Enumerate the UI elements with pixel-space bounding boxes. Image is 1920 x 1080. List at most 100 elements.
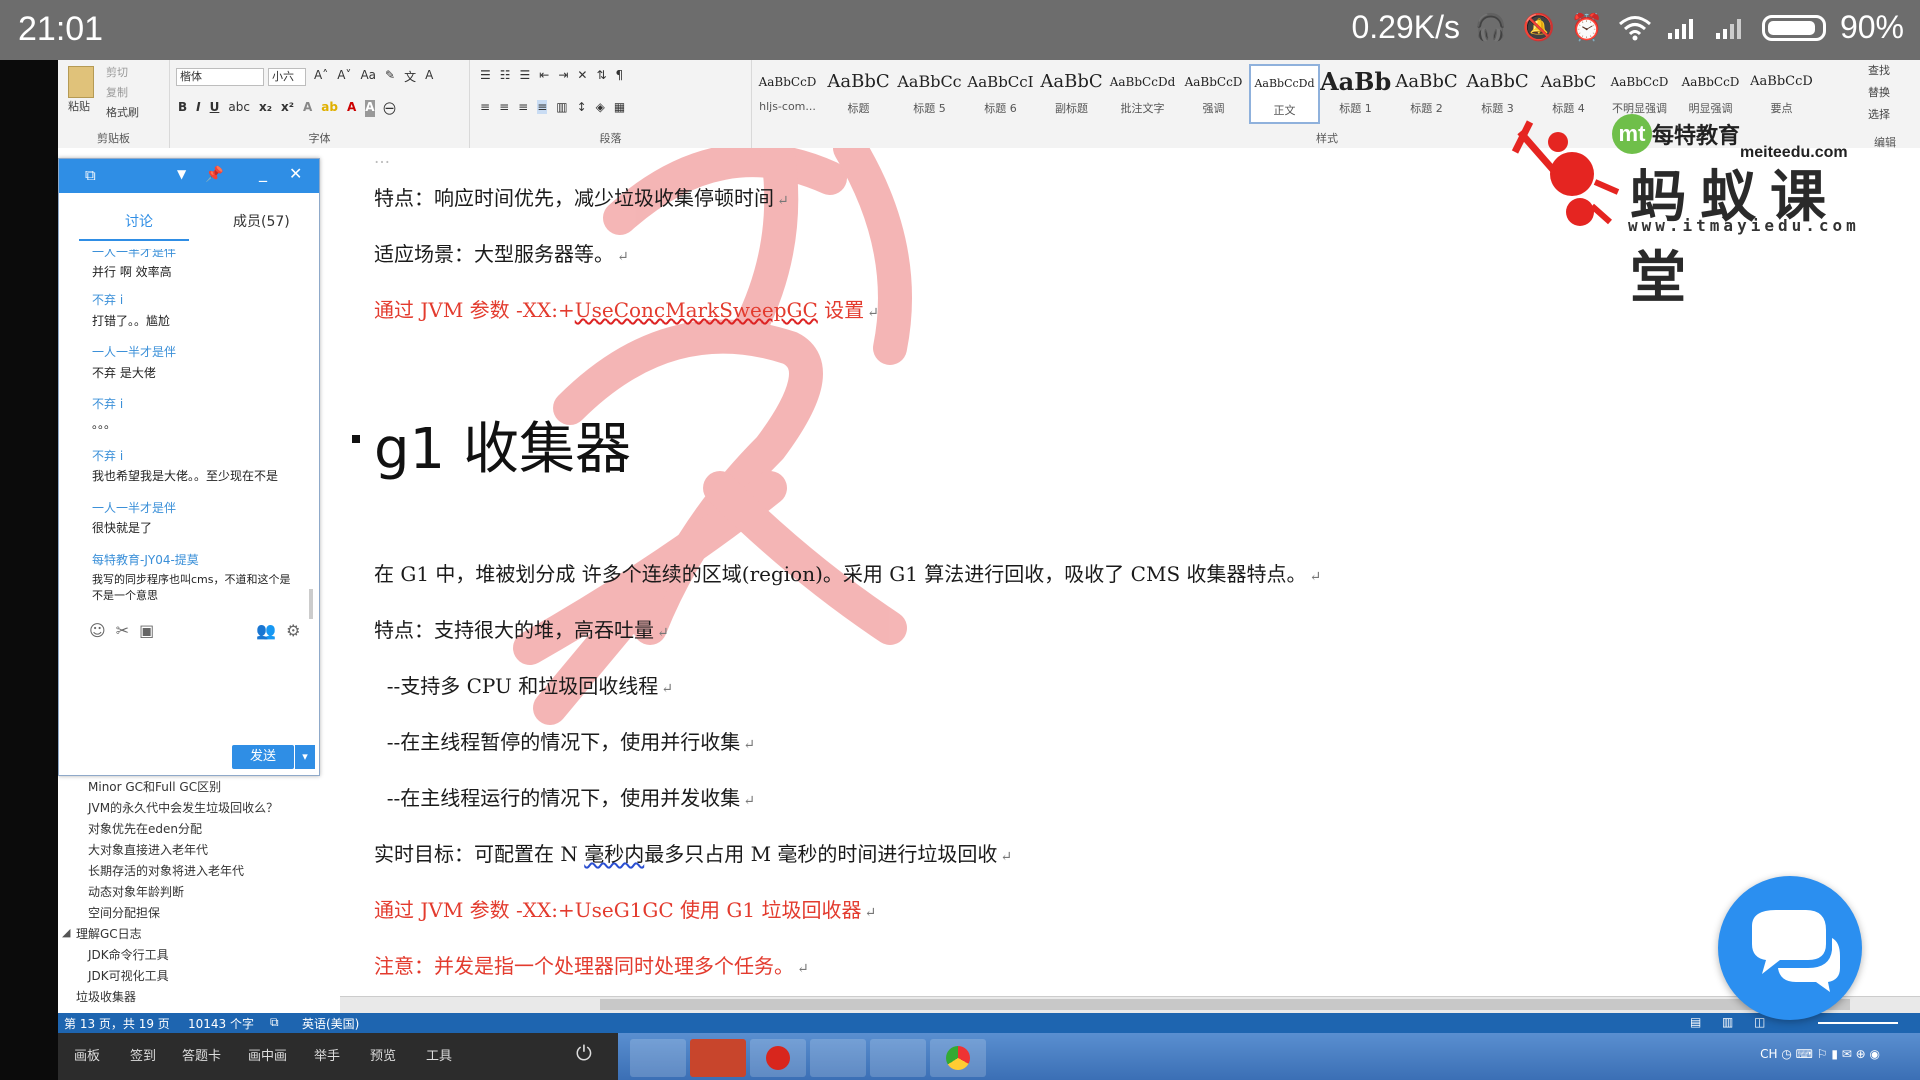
system-tray[interactable]: CH ◷ ⌨ ⚐ ▮ ✉ ⊕ ◉: [1760, 1047, 1880, 1061]
nav-outline-item[interactable]: 长期存活的对象将进入老年代: [88, 862, 244, 879]
doc-line: 特点：响应时间优先，减少垃圾收集停顿时间 ↵: [374, 186, 789, 210]
scroll-thumb[interactable]: [600, 999, 1850, 1010]
recorder-app-icon[interactable]: [750, 1039, 806, 1077]
nav-outline-item[interactable]: JVM的永久代中会发生垃圾回收么？: [88, 799, 278, 816]
nav-outline-item[interactable]: Minor GC和Full GC区别: [88, 778, 221, 795]
strikethrough-icon[interactable]: abc: [228, 100, 250, 117]
justify-icon[interactable]: ≡: [537, 100, 548, 114]
tab-members[interactable]: 成员(57): [233, 211, 290, 231]
language[interactable]: 英语(美国): [302, 1015, 359, 1032]
distribute-icon[interactable]: ▥: [556, 100, 567, 114]
powerpoint-app-icon[interactable]: [690, 1039, 746, 1077]
nav-outline-item[interactable]: 理解GC日志: [76, 925, 142, 942]
align-left-icon[interactable]: ≡: [480, 100, 490, 114]
settings-gear-icon[interactable]: ⚙: [286, 621, 300, 640]
replace-button[interactable]: 替换: [1868, 84, 1890, 100]
line-spacing-icon[interactable]: ↕: [577, 100, 587, 114]
borders-icon[interactable]: ▦: [614, 100, 625, 114]
italic-icon[interactable]: I: [196, 100, 200, 117]
toolbar-item[interactable]: 画板: [74, 1045, 100, 1064]
show-marks-icon[interactable]: ¶: [616, 68, 624, 82]
chinese-layout-icon[interactable]: ✕: [577, 68, 587, 82]
nav-outline-item[interactable]: 动态对象年龄判断: [88, 883, 184, 900]
font-size-select[interactable]: 小六: [268, 68, 306, 86]
word-count[interactable]: 10143 个字: [188, 1015, 254, 1032]
subscript-icon[interactable]: x₂: [259, 100, 272, 117]
find-button[interactable]: 查找: [1868, 62, 1890, 78]
view-print-icon[interactable]: ▤: [1690, 1015, 1701, 1029]
superscript-icon[interactable]: x²: [281, 100, 294, 117]
screenshot-icon[interactable]: ✂: [116, 621, 129, 640]
chat-tabs: 讨论 成员(57): [59, 211, 319, 241]
chat-input-field[interactable]: [83, 641, 315, 737]
members-icon[interactable]: 👥: [256, 621, 276, 640]
shading-icon[interactable]: ◈: [596, 100, 605, 114]
close-icon[interactable]: ✕: [289, 164, 302, 183]
shrink-font-icon[interactable]: A˅: [337, 68, 351, 85]
horizontal-scrollbar[interactable]: [340, 996, 1920, 1013]
nav-outline-item[interactable]: 垃圾收集器: [76, 988, 136, 1005]
paint-app-icon[interactable]: [810, 1039, 866, 1077]
paragraph-group: ☰ ☷ ☰ ⇤ ⇥ ✕ ⇅ ¶ ≡ ≡ ≡ ≡ ▥ ↕ ◈ ▦ 段落: [470, 60, 752, 148]
calculator-app-icon[interactable]: [870, 1039, 926, 1077]
underline-icon[interactable]: U: [210, 100, 220, 117]
send-button[interactable]: 发送: [232, 745, 294, 769]
font-family-select[interactable]: 楷体: [176, 68, 264, 86]
format-painter-button[interactable]: 格式刷: [106, 104, 139, 120]
chat-bubble-button[interactable]: [1718, 876, 1862, 1020]
copy-button[interactable]: 复制: [106, 84, 128, 100]
clear-format-icon[interactable]: ✎: [385, 68, 395, 85]
pin-icon[interactable]: 📌: [205, 165, 224, 183]
send-options-icon[interactable]: ▾: [295, 745, 315, 769]
doc-line: --在主线程运行的情况下，使用并发收集 ↵: [374, 786, 755, 810]
char-border-icon[interactable]: A: [425, 68, 433, 85]
toolbar-item[interactable]: 签到: [130, 1045, 156, 1064]
folder-app-icon[interactable]: [630, 1039, 686, 1077]
multilevel-icon[interactable]: ☰: [520, 68, 531, 82]
chat-scrollbar[interactable]: [309, 589, 313, 619]
collapse-triangle-icon[interactable]: ◢: [62, 926, 70, 939]
paste-button[interactable]: 粘贴: [68, 98, 90, 114]
phonetic-icon[interactable]: 文: [404, 68, 416, 85]
highlight-icon[interactable]: ab: [321, 100, 338, 117]
tab-discussion[interactable]: 讨论: [125, 211, 153, 231]
numbering-icon[interactable]: ☷: [500, 68, 511, 82]
toolbar-item[interactable]: 画中画: [248, 1045, 287, 1064]
font-color-icon[interactable]: A: [347, 100, 356, 117]
bullets-icon[interactable]: ☰: [480, 68, 491, 82]
zoom-slider[interactable]: [1818, 1022, 1898, 1024]
sort-icon[interactable]: ⇅: [596, 68, 606, 82]
nav-outline-item[interactable]: JDK命令行工具: [88, 946, 169, 963]
char-shading-icon[interactable]: A: [365, 100, 375, 117]
chat-input-toolbar: ☺ ✂ ▣ 👥 ⚙: [89, 621, 300, 640]
chrome-app-icon[interactable]: [930, 1039, 986, 1077]
toolbar-item[interactable]: 答题卡: [182, 1045, 221, 1064]
nav-outline-item[interactable]: 空间分配担保: [88, 904, 160, 921]
text-effect-icon[interactable]: A: [303, 100, 312, 117]
grow-font-icon[interactable]: A˄: [314, 68, 328, 85]
toolbar-item[interactable]: 举手: [314, 1045, 340, 1064]
nav-outline-item[interactable]: 对象优先在eden分配: [88, 820, 202, 837]
nav-outline-item[interactable]: 大对象直接进入老年代: [88, 841, 208, 858]
popout-icon[interactable]: ⧉: [85, 166, 96, 184]
bold-icon[interactable]: B: [178, 100, 187, 117]
paste-icon[interactable]: [68, 66, 94, 98]
proofing-icon[interactable]: ⧉: [270, 1015, 279, 1030]
decrease-indent-icon[interactable]: ⇤: [539, 68, 549, 82]
toolbar-item[interactable]: 工具: [426, 1045, 452, 1064]
cut-button[interactable]: 剪切: [106, 64, 128, 80]
increase-indent-icon[interactable]: ⇥: [558, 68, 568, 82]
change-case-icon[interactable]: Aa: [360, 68, 376, 85]
power-icon[interactable]: ⏻: [576, 1041, 592, 1065]
enclose-char-icon[interactable]: ㊀: [384, 100, 396, 117]
image-icon[interactable]: ▣: [139, 621, 154, 640]
page-count[interactable]: 第 13 页，共 19 页: [64, 1015, 170, 1032]
align-right-icon[interactable]: ≡: [518, 100, 528, 114]
emoji-icon[interactable]: ☺: [89, 621, 106, 640]
minimize-icon[interactable]: _: [259, 163, 267, 182]
battery-icon: [1761, 14, 1826, 41]
dropdown-icon[interactable]: ▼: [177, 167, 186, 181]
toolbar-item[interactable]: 预览: [370, 1045, 396, 1064]
align-center-icon[interactable]: ≡: [499, 100, 509, 114]
nav-outline-item[interactable]: JDK可视化工具: [88, 967, 169, 984]
